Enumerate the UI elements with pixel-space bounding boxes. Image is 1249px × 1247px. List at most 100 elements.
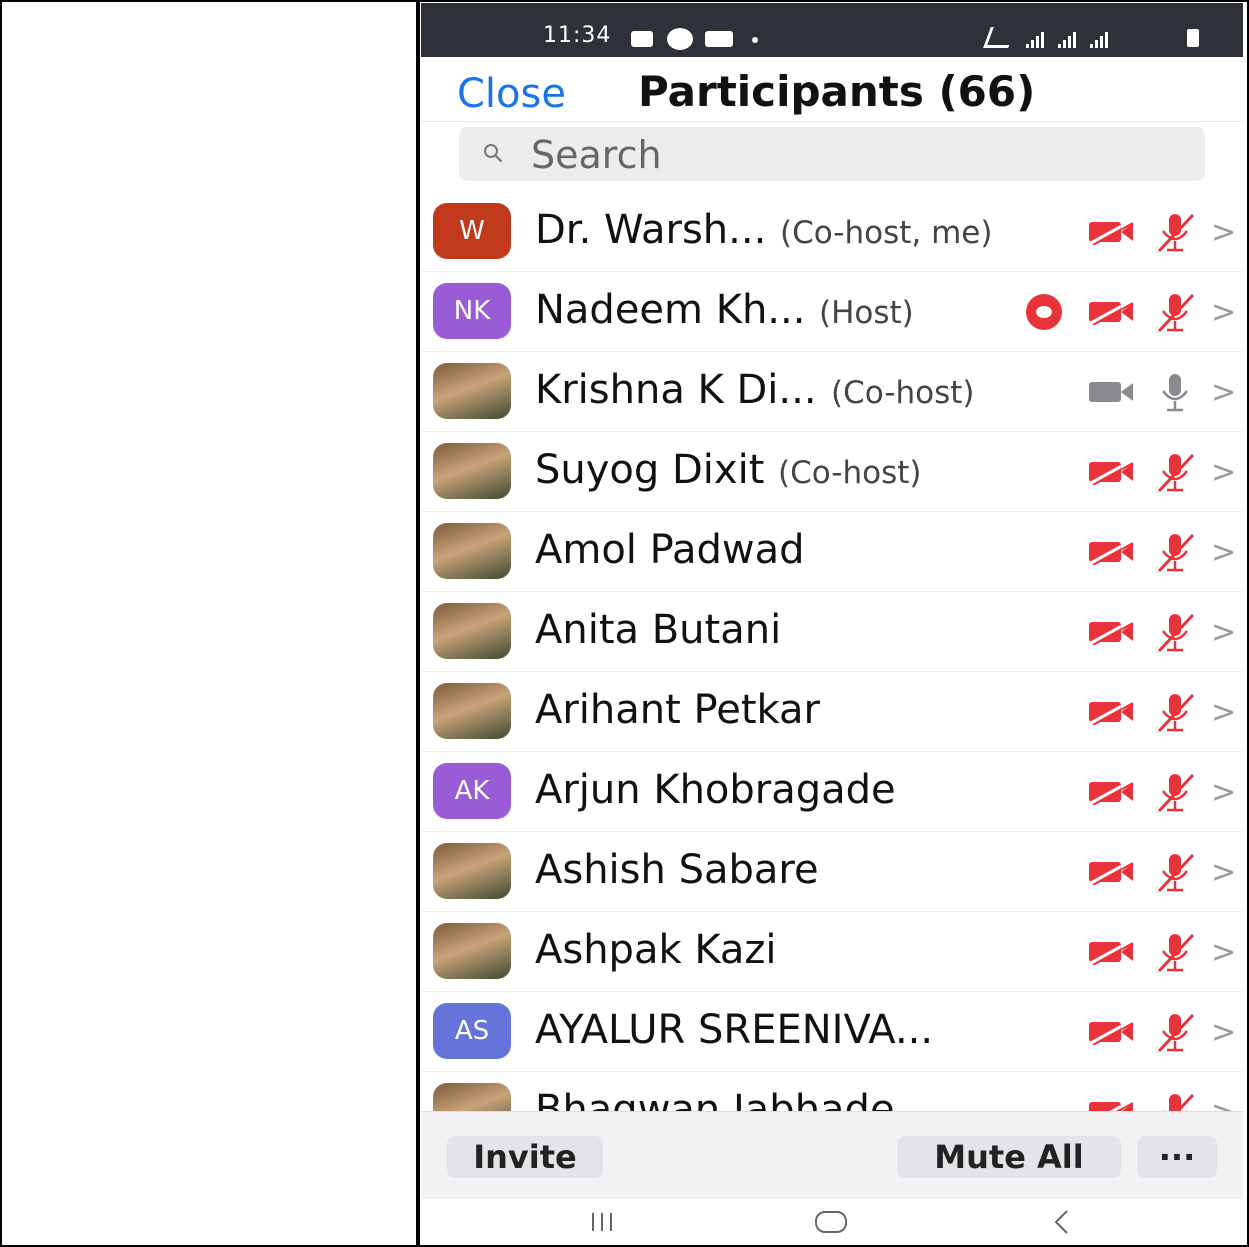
participant-row[interactable]: W Dr. Warsh... (Co-host, me) >	[421, 191, 1243, 272]
mic-muted-icon	[1153, 451, 1197, 493]
status-bar: 11:34	[421, 3, 1243, 57]
home-icon[interactable]	[813, 1207, 849, 1237]
participant-role: (Co-host, me)	[780, 215, 993, 251]
video-off-icon	[1087, 939, 1135, 966]
page-title: Participants (66)	[638, 67, 1036, 116]
chevron-right-icon: >	[1211, 215, 1237, 250]
android-nav-bar	[421, 1199, 1243, 1243]
participant-row[interactable]: Ashpak Kazi >	[421, 911, 1243, 992]
participant-role: (Host)	[819, 295, 914, 331]
video-off-icon	[1087, 539, 1135, 566]
battery-icon	[1187, 29, 1199, 47]
search-input[interactable]	[529, 131, 1183, 179]
participants-header: Close Participants (66)	[421, 57, 1243, 122]
participant-name: Anita Butani	[535, 607, 782, 653]
participant-name: Arihant Petkar	[535, 687, 820, 733]
avatar	[433, 443, 511, 499]
search-icon	[484, 144, 503, 163]
video-off-icon	[1087, 859, 1135, 886]
close-button[interactable]: Close	[457, 71, 566, 117]
participant-name: Arjun Khobragade	[535, 767, 896, 813]
participant-name: AYALUR SREENIVA...	[535, 1007, 934, 1053]
mic-muted-icon	[1153, 611, 1197, 653]
invite-button[interactable]: Invite	[447, 1136, 603, 1178]
phone-screen: 11:34 Close Participants (66) W Dr. Warsh…	[421, 3, 1243, 1243]
mute-status-icon	[983, 27, 1016, 48]
avatar	[433, 923, 511, 979]
avatar: AK	[433, 763, 511, 819]
participant-name: Dr. Warsh...	[535, 207, 767, 253]
avatar-initials: NK	[453, 296, 491, 326]
mic-muted-icon	[1153, 1091, 1197, 1111]
gallery-icon	[631, 31, 653, 47]
chevron-right-icon: >	[1211, 695, 1237, 730]
participant-row[interactable]: Ashish Sabare >	[421, 831, 1243, 912]
chevron-right-icon: >	[1211, 775, 1237, 810]
participant-row[interactable]: NK Nadeem Kh... (Host) >	[421, 271, 1243, 352]
avatar	[433, 843, 511, 899]
avatar	[433, 603, 511, 659]
video-off-icon	[1087, 1099, 1135, 1111]
avatar: AS	[433, 1003, 511, 1059]
chevron-right-icon: >	[1211, 1095, 1236, 1111]
participant-row[interactable]: AS AYALUR SREENIVA... >	[421, 991, 1243, 1072]
mic-muted-icon	[1153, 211, 1197, 253]
notification-dot-icon	[752, 37, 758, 43]
signal-icons	[983, 27, 1108, 48]
participant-name: Ashpak Kazi	[535, 927, 777, 973]
participant-name: Nadeem Kh...	[535, 287, 806, 333]
call-icon	[667, 28, 693, 50]
chevron-right-icon: >	[1211, 935, 1237, 970]
status-time: 11:34	[543, 23, 612, 48]
participant-row[interactable]: Suyog Dixit (Co-host) >	[421, 431, 1243, 512]
chevron-right-icon: >	[1211, 375, 1237, 410]
participant-row[interactable]: Krishna K Di... (Co-host) >	[421, 351, 1243, 432]
avatar-initials: W	[459, 216, 485, 246]
video-off-icon	[1087, 779, 1135, 806]
recording-icon	[1024, 292, 1064, 332]
avatar	[433, 683, 511, 739]
avatar-initials: AK	[454, 776, 490, 806]
participant-row[interactable]: Amol Padwad >	[421, 511, 1243, 592]
video-off-icon	[1087, 459, 1135, 486]
participant-row[interactable]: Arihant Petkar >	[421, 671, 1243, 752]
participant-row[interactable]: Bhagwan Jabhade >	[421, 1071, 1243, 1111]
mic-muted-icon	[1153, 291, 1197, 333]
mic-muted-icon	[1153, 931, 1197, 973]
mic-muted-icon	[1153, 531, 1197, 573]
signal-lte1-icon	[1026, 32, 1044, 48]
column-divider	[416, 0, 420, 1247]
participant-role: (Co-host)	[831, 375, 975, 411]
participant-name: Krishna K Di...	[535, 367, 817, 413]
mute-all-button[interactable]: Mute All	[897, 1136, 1121, 1178]
participant-name: Amol Padwad	[535, 527, 805, 573]
signal-4g-icon	[1090, 32, 1108, 48]
video-off-icon	[1087, 699, 1135, 726]
video-off-icon	[1087, 619, 1135, 646]
participant-name: Bhagwan Jabhade	[535, 1087, 895, 1111]
avatar: W	[433, 203, 511, 259]
avatar	[433, 523, 511, 579]
avatar	[433, 1083, 511, 1111]
participant-row[interactable]: AK Arjun Khobragade >	[421, 751, 1243, 832]
chevron-right-icon: >	[1211, 535, 1237, 570]
video-off-icon	[1087, 219, 1135, 246]
video-off-icon	[1087, 299, 1135, 326]
avatar	[433, 363, 511, 419]
chevron-right-icon: >	[1211, 855, 1237, 890]
recent-apps-icon[interactable]	[587, 1207, 617, 1237]
participant-row[interactable]: Anita Butani >	[421, 591, 1243, 672]
participant-list[interactable]: W Dr. Warsh... (Co-host, me) > NK Nadeem Kh..…	[421, 191, 1243, 1111]
mic-on-icon	[1153, 371, 1197, 413]
avatar-initials: AS	[454, 1016, 490, 1046]
video-off-icon	[1087, 1019, 1135, 1046]
more-options-button[interactable]: ···	[1137, 1136, 1217, 1178]
mic-muted-icon	[1153, 691, 1197, 733]
avatar: NK	[433, 283, 511, 339]
bottom-toolbar: Invite Mute All ···	[421, 1111, 1243, 1200]
search-bar[interactable]	[459, 127, 1205, 181]
chevron-right-icon: >	[1211, 615, 1237, 650]
signal-lte2-icon	[1058, 32, 1076, 48]
participant-name: Suyog Dixit	[535, 447, 765, 493]
back-icon[interactable]	[1047, 1207, 1077, 1237]
